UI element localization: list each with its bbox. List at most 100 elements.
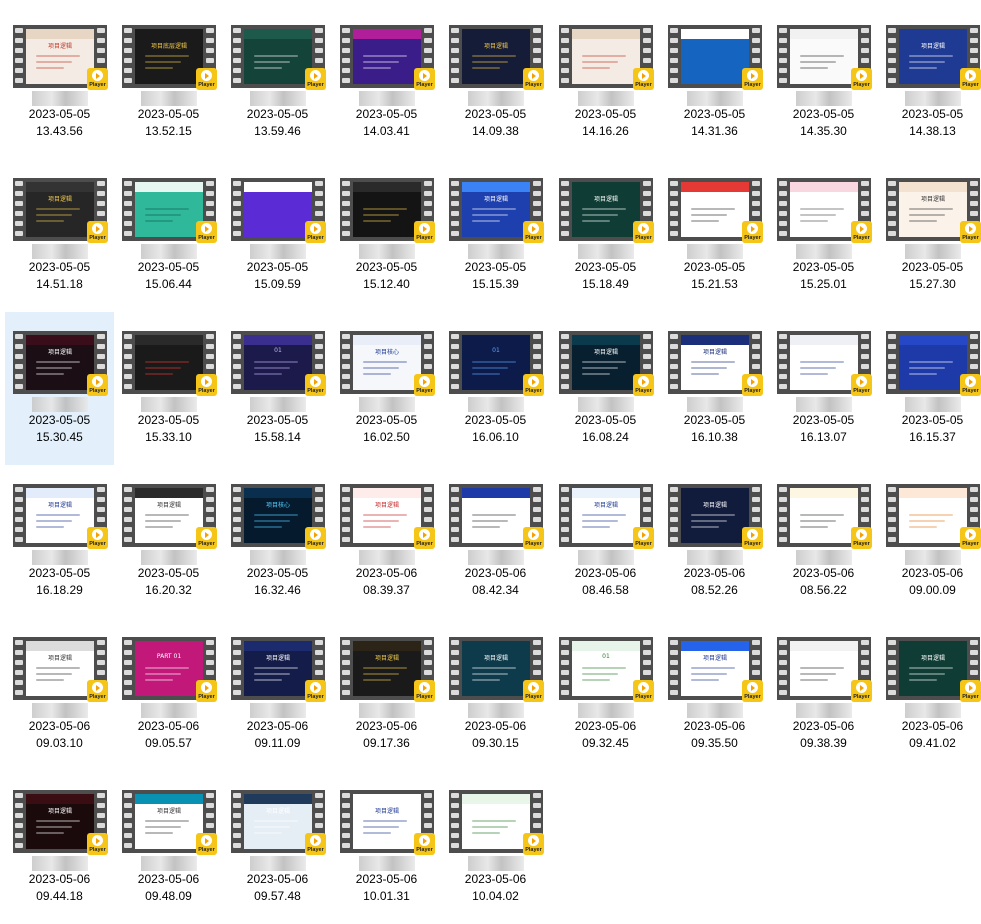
video-file-item[interactable]: 项目逻辑 Player 2023-05-05 16.20.32 — [114, 465, 223, 618]
video-file-item[interactable]: Player 2023-05-06 09.38.39 — [769, 618, 878, 771]
video-thumbnail[interactable]: 项目核心 Player — [340, 331, 435, 396]
video-thumbnail[interactable]: 项目逻辑 Player — [449, 637, 544, 702]
video-file-item[interactable]: Player 2023-05-05 14.03.41 — [332, 6, 441, 159]
video-thumbnail[interactable]: Player — [122, 178, 217, 243]
video-thumbnail[interactable]: 项目逻辑 Player — [13, 331, 108, 396]
video-file-item[interactable]: PART 01 Player 2023-05-06 09.05.57 — [114, 618, 223, 771]
video-thumbnail[interactable]: Player — [122, 331, 217, 396]
video-thumbnail[interactable]: Player — [668, 178, 763, 243]
video-thumbnail[interactable]: Player — [886, 331, 981, 396]
video-thumbnail[interactable]: 项目逻辑 Player — [668, 637, 763, 702]
video-thumbnail[interactable]: 项目逻辑 Player — [559, 331, 654, 396]
video-file-item[interactable]: 01 Player 2023-05-05 15.58.14 — [223, 312, 332, 465]
video-file-item[interactable]: 项目逻辑 Player 2023-05-05 14.51.18 — [5, 159, 114, 312]
video-file-item[interactable]: Player 2023-05-06 08.56.22 — [769, 465, 878, 618]
video-file-item[interactable]: Player 2023-05-05 15.12.40 — [332, 159, 441, 312]
video-file-item[interactable]: 项目逻辑 Player 2023-05-06 09.44.18 — [5, 771, 114, 924]
video-file-item[interactable]: 项目逻辑 Player 2023-05-05 15.27.30 — [878, 159, 981, 312]
video-thumbnail[interactable]: 项目逻辑 Player — [559, 484, 654, 549]
video-file-item[interactable]: 项目逻辑 Player 2023-05-05 14.31.36 — [660, 6, 769, 159]
video-thumbnail[interactable]: 项目逻辑 Player — [231, 637, 326, 702]
video-thumbnail[interactable]: 01 Player — [559, 637, 654, 702]
video-thumbnail[interactable]: 项目逻辑 Player — [449, 178, 544, 243]
video-file-item[interactable]: Player 2023-05-06 10.04.02 — [441, 771, 550, 924]
video-thumbnail[interactable]: Player — [231, 178, 326, 243]
video-file-item[interactable]: Player 2023-05-05 15.33.10 — [114, 312, 223, 465]
video-thumbnail[interactable]: Player — [340, 25, 435, 90]
video-thumbnail[interactable]: 项目逻辑 Player — [668, 484, 763, 549]
video-thumbnail[interactable]: 项目逻辑 Player — [886, 637, 981, 702]
video-thumbnail[interactable]: Player — [340, 178, 435, 243]
video-file-item[interactable]: 项目核心 Player 2023-05-05 16.32.46 — [223, 465, 332, 618]
video-file-item[interactable]: Player 2023-05-06 08.42.34 — [441, 465, 550, 618]
video-thumbnail[interactable]: Player — [777, 484, 872, 549]
video-thumbnail[interactable]: 项目核心 Player — [231, 484, 326, 549]
video-thumbnail[interactable]: 项目逻辑 Player — [231, 790, 326, 855]
video-thumbnail[interactable]: Player — [231, 25, 326, 90]
video-thumbnail[interactable]: 项目逻辑 Player — [668, 25, 763, 90]
video-file-item[interactable]: 项目逻辑 Player 2023-05-06 09.30.15 — [441, 618, 550, 771]
video-file-item[interactable]: 项目逻辑 Player 2023-05-06 09.35.50 — [660, 618, 769, 771]
video-thumbnail[interactable]: PART 01 Player — [122, 637, 217, 702]
video-thumbnail[interactable]: Player — [777, 25, 872, 90]
video-file-item[interactable]: 项目逻辑 Player 2023-05-06 09.41.02 — [878, 618, 981, 771]
video-file-item[interactable]: 项目逻辑 Player 2023-05-05 16.10.38 — [660, 312, 769, 465]
video-file-item[interactable]: Player 2023-05-05 16.13.07 — [769, 312, 878, 465]
video-file-item[interactable]: Player 2023-05-05 15.06.44 — [114, 159, 223, 312]
video-file-item[interactable]: Player 2023-05-05 14.16.26 — [551, 6, 660, 159]
video-thumbnail[interactable]: 项目逻辑 Player — [668, 331, 763, 396]
video-file-item[interactable]: Player 2023-05-05 14.35.30 — [769, 6, 878, 159]
video-file-item[interactable]: 项目逻辑 Player 2023-05-06 09.57.48 — [223, 771, 332, 924]
video-file-item[interactable]: 项目逻辑 Player 2023-05-05 15.30.45 — [5, 312, 114, 465]
video-thumbnail[interactable]: 项目逻辑 Player — [13, 25, 108, 90]
video-thumbnail[interactable]: 01 Player — [449, 331, 544, 396]
video-thumbnail[interactable]: 项目逻辑 Player — [449, 25, 544, 90]
video-file-item[interactable]: 项目逻辑 Player 2023-05-06 08.52.26 — [660, 465, 769, 618]
video-file-item[interactable]: 项目逻辑 Player 2023-05-06 10.01.31 — [332, 771, 441, 924]
video-thumbnail[interactable]: 项目逻辑 Player — [340, 637, 435, 702]
video-thumbnail[interactable]: Player — [449, 790, 544, 855]
video-thumbnail[interactable]: 项目逻辑 Player — [13, 637, 108, 702]
video-file-item[interactable]: 项目逻辑 Player 2023-05-06 08.46.58 — [551, 465, 660, 618]
video-file-item[interactable]: 项目逻辑 Player 2023-05-06 09.11.09 — [223, 618, 332, 771]
video-thumbnail[interactable]: 项目逻辑 Player — [340, 484, 435, 549]
video-file-item[interactable]: Player 2023-05-05 13.59.46 — [223, 6, 332, 159]
video-thumbnail[interactable]: 项目逻辑 Player — [13, 484, 108, 549]
video-thumbnail[interactable]: 项目逻辑 Player — [122, 790, 217, 855]
video-thumbnail[interactable]: Player — [886, 484, 981, 549]
video-file-item[interactable]: 项目逻辑 Player 2023-05-05 15.15.39 — [441, 159, 550, 312]
video-file-item[interactable]: 项目逻辑 Player 2023-05-05 13.43.56 — [5, 6, 114, 159]
video-file-item[interactable]: 01 Player 2023-05-06 09.32.45 — [551, 618, 660, 771]
video-file-item[interactable]: 项目逻辑 Player 2023-05-05 15.18.49 — [551, 159, 660, 312]
video-file-item[interactable]: 项目逻辑 Player 2023-05-05 16.18.29 — [5, 465, 114, 618]
video-thumbnail[interactable]: Player — [559, 25, 654, 90]
video-file-item[interactable]: 项目核心 Player 2023-05-05 16.02.50 — [332, 312, 441, 465]
video-file-item[interactable]: 项目逻辑 Player 2023-05-06 09.48.09 — [114, 771, 223, 924]
video-thumbnail[interactable]: 01 Player — [231, 331, 326, 396]
video-file-item[interactable]: Player 2023-05-06 09.00.09 — [878, 465, 981, 618]
video-thumbnail[interactable]: Player — [449, 484, 544, 549]
video-thumbnail[interactable]: Player — [777, 178, 872, 243]
video-thumbnail[interactable]: 项目逻辑 Player — [13, 178, 108, 243]
video-thumbnail[interactable]: 项目底层逻辑 Player — [122, 25, 217, 90]
video-thumbnail[interactable]: 项目逻辑 Player — [122, 484, 217, 549]
video-file-item[interactable]: Player 2023-05-05 16.15.37 — [878, 312, 981, 465]
video-file-item[interactable]: 项目逻辑 Player 2023-05-05 14.09.38 — [441, 6, 550, 159]
video-thumbnail[interactable]: 项目逻辑 Player — [13, 790, 108, 855]
video-thumbnail[interactable]: 项目逻辑 Player — [886, 25, 981, 90]
video-file-item[interactable]: 项目逻辑 Player 2023-05-06 08.39.37 — [332, 465, 441, 618]
video-thumbnail[interactable]: Player — [777, 331, 872, 396]
video-thumbnail[interactable]: 项目逻辑 Player — [886, 178, 981, 243]
video-thumbnail[interactable]: 项目逻辑 Player — [559, 178, 654, 243]
video-file-item[interactable]: Player 2023-05-05 15.09.59 — [223, 159, 332, 312]
video-file-item[interactable]: 项目逻辑 Player 2023-05-05 14.38.13 — [878, 6, 981, 159]
video-file-item[interactable]: Player 2023-05-05 15.25.01 — [769, 159, 878, 312]
video-file-item[interactable]: Player 2023-05-05 15.21.53 — [660, 159, 769, 312]
video-file-item[interactable]: 项目逻辑 Player 2023-05-05 16.08.24 — [551, 312, 660, 465]
video-thumbnail[interactable]: 项目逻辑 Player — [340, 790, 435, 855]
video-file-item[interactable]: 项目逻辑 Player 2023-05-06 09.03.10 — [5, 618, 114, 771]
video-file-item[interactable]: 项目逻辑 Player 2023-05-06 09.17.36 — [332, 618, 441, 771]
video-file-item[interactable]: 项目底层逻辑 Player 2023-05-05 13.52.15 — [114, 6, 223, 159]
video-file-item[interactable]: 01 Player 2023-05-05 16.06.10 — [441, 312, 550, 465]
video-thumbnail[interactable]: Player — [777, 637, 872, 702]
